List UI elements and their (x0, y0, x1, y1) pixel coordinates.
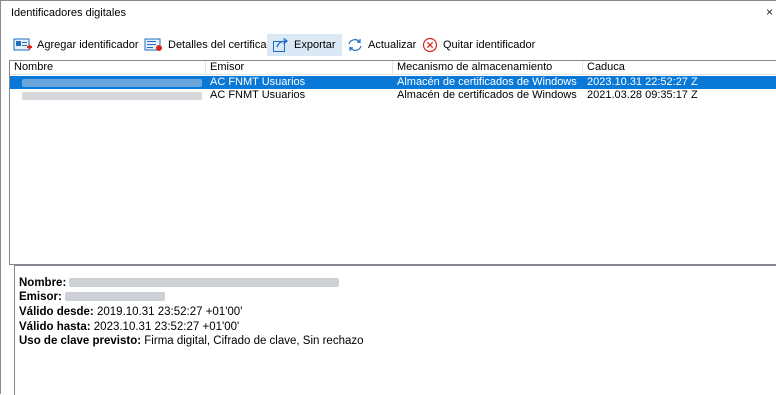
emisor-cell: AC FNMT Usuarios (210, 89, 306, 101)
remove-identifier-label: Quitar identificador (443, 39, 536, 51)
mecanismo-cell: Almacén de certificados de Windows (397, 76, 577, 88)
column-header-nombre[interactable]: Nombre (10, 61, 206, 74)
detail-valido-desde: Válido desde: 2019.10.31 23:52:27 +01'00… (19, 306, 242, 318)
uso-clave-label: Uso de clave previsto: (19, 335, 142, 347)
nombre-label: Nombre: (19, 277, 67, 289)
refresh-icon (348, 39, 362, 51)
redacted-name (22, 92, 202, 100)
detail-nombre: Nombre: (19, 277, 340, 289)
certificate-list[interactable]: Nombre Emisor Mecanismo de almacenamient… (9, 60, 776, 265)
export-button[interactable]: Exportar (267, 34, 342, 56)
export-arrow-icon (273, 37, 289, 52)
valido-hasta-value: 2023.10.31 23:52:27 +01'00' (93, 321, 240, 333)
nombre-cell (10, 89, 206, 102)
caduca-cell: 2021.03.28 09:35:17 Z (587, 89, 698, 101)
emisor-label: Emisor: (19, 291, 62, 303)
valido-desde-value: 2019.10.31 23:52:27 +01'00' (96, 306, 243, 318)
add-identifier-button[interactable]: Agregar identificador (9, 34, 143, 56)
redacted-name (22, 79, 202, 87)
certificate-details-icon (144, 38, 162, 51)
certificate-details-label: Detalles del certificado (168, 39, 279, 51)
mecanismo-cell: Almacén de certificados de Windows (397, 89, 577, 101)
title-bar: Identificadores digitales × (1, 1, 776, 26)
add-identifier-label: Agregar identificador (37, 39, 139, 51)
detail-valido-hasta: Válido hasta: 2023.10.31 23:52:27 +01'00… (19, 321, 239, 333)
export-label: Exportar (294, 39, 336, 51)
redacted-nombre-value (69, 278, 340, 288)
valido-hasta-label: Válido hasta: (19, 321, 91, 333)
certificate-details-button[interactable]: Detalles del certificado (140, 34, 283, 56)
list-header: Nombre Emisor Mecanismo de almacenamient… (10, 61, 776, 75)
refresh-button[interactable]: Actualizar (342, 34, 420, 56)
nombre-cell (10, 76, 206, 89)
toolbar: Agregar identificador Detalles del certi… (9, 34, 769, 56)
detail-emisor: Emisor: (19, 291, 166, 303)
emisor-cell: AC FNMT Usuarios (210, 76, 306, 88)
detail-uso-clave: Uso de clave previsto: Firma digital, Ci… (19, 335, 364, 347)
remove-identifier-button[interactable]: Quitar identificador (417, 34, 539, 56)
valido-desde-label: Válido desde: (19, 306, 94, 318)
digital-ids-window: Identificadores digitales × Agregar iden… (0, 0, 776, 395)
remove-x-circle-icon (422, 37, 438, 53)
window-title: Identificadores digitales (11, 7, 126, 19)
table-row[interactable]: AC FNMT Usuarios Almacén de certificados… (10, 89, 776, 102)
caduca-cell: 2023.10.31 22:52:27 Z (587, 76, 698, 88)
column-header-emisor[interactable]: Emisor (206, 61, 393, 74)
uso-clave-value: Firma digital, Cifrado de clave, Sin rec… (144, 335, 364, 347)
add-id-card-icon (13, 38, 32, 51)
redacted-emisor-value (65, 292, 166, 302)
column-header-caduca[interactable]: Caduca (583, 61, 776, 74)
column-header-mecanismo[interactable]: Mecanismo de almacenamiento (393, 61, 583, 74)
close-icon[interactable]: × (766, 5, 776, 19)
refresh-label: Actualizar (368, 39, 417, 51)
certificate-detail-panel: Nombre: Emisor: Válido desde: 2019.10.31… (14, 265, 776, 395)
table-row[interactable]: AC FNMT Usuarios Almacén de certificados… (10, 76, 776, 89)
